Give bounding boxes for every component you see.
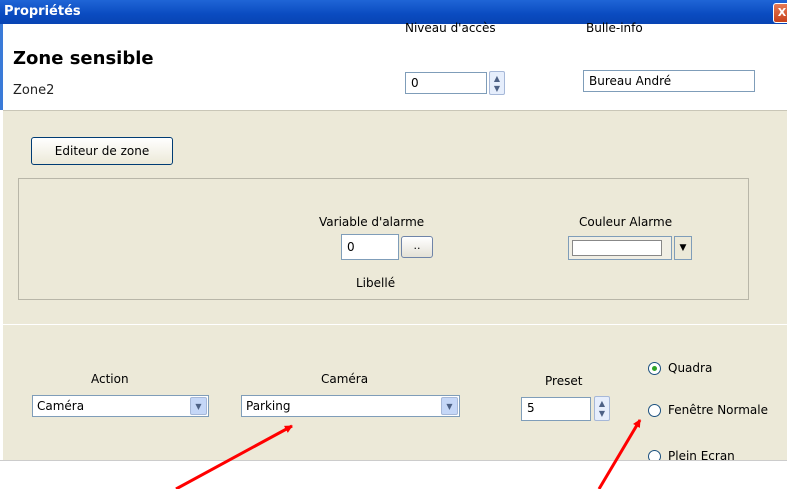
annotation-arrows — [175, 419, 642, 489]
annotation-arrow — [175, 424, 293, 489]
annotation-arrow — [597, 419, 642, 489]
